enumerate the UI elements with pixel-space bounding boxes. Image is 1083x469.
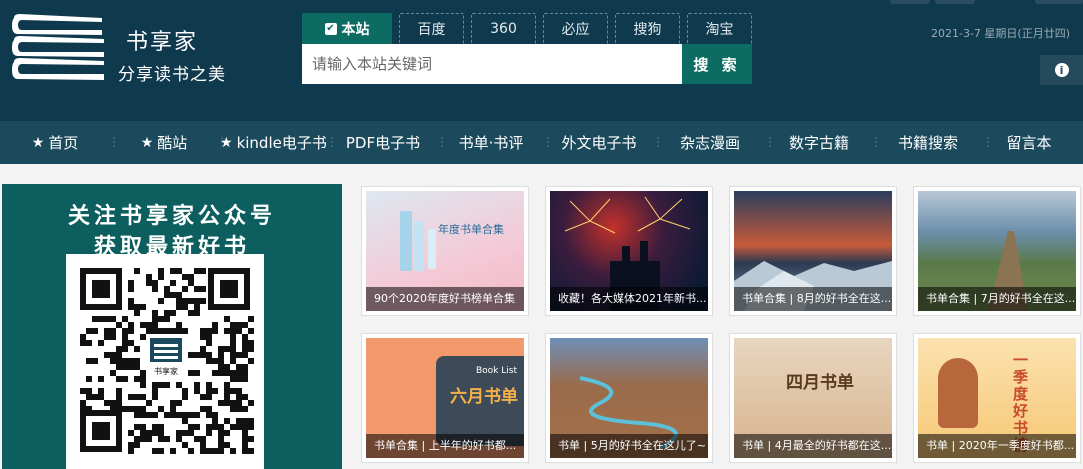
post-card[interactable]: 书单 | 5月的好书全在这儿了~ — [545, 333, 713, 463]
post-thumbnail: 一季度好书榜 书单 | 2020年一季度好书都... — [918, 338, 1076, 458]
nav-item-home[interactable]: ★ 首页 — [0, 121, 110, 164]
checkbox-icon: ✔ — [324, 22, 337, 35]
post-thumbnail: 书单合集 | 7月的好书全在这... — [918, 191, 1076, 311]
post-title[interactable]: 书单 | 5月的好书全在这儿了~ — [550, 434, 708, 458]
books-logo-icon[interactable] — [10, 12, 108, 84]
nav-item-guestbook[interactable]: 留言本 — [984, 121, 1074, 164]
post-thumbnail: 四月书单 书单 | 4月最全的好书都在这... — [734, 338, 892, 458]
nav-item-magazine[interactable]: 杂志漫画 — [654, 121, 766, 164]
date-display: 2021-3-7 星期日(正月廿四) — [931, 27, 1071, 40]
post-card[interactable]: 书单合集 | 7月的好书全在这... — [913, 186, 1081, 316]
post-card[interactable]: 书单合集 | 8月的好书全在这... — [729, 186, 897, 316]
nav-item-book-search[interactable]: 书籍搜索 — [872, 121, 984, 164]
post-thumbnail: 年度书单合集 90个2020年度好书榜单合集 — [366, 191, 524, 311]
nav-item-kindle[interactable]: ★ kindle电子书 — [218, 121, 328, 164]
nav-label: 首页 — [48, 134, 79, 152]
post-card[interactable]: 收藏！各大媒体2021年新书... — [545, 186, 713, 316]
search-tab-360[interactable]: 360 — [471, 13, 536, 44]
nav-item-foreign[interactable]: 外文电子书 — [544, 121, 654, 164]
post-card[interactable]: Book List 六月书单 书单合集 | 上半年的好书都... — [361, 333, 529, 463]
search-tab-taobao[interactable]: 淘宝 — [687, 13, 752, 44]
post-title[interactable]: 书单合集 | 8月的好书全在这... — [734, 287, 892, 311]
info-button[interactable]: i — [1040, 55, 1083, 85]
nav-item-pdf[interactable]: PDF电子书 — [328, 121, 438, 164]
main-nav: ★ 首页 ⋮ ★ 酷站 ⋮ ★ kindle电子书 ⋮ PDF电子书 ⋮ 书单·书评 … — [0, 121, 1083, 164]
search-tab-sogou[interactable]: 搜狗 — [615, 13, 680, 44]
post-title[interactable]: 书单 | 2020年一季度好书都... — [918, 434, 1076, 458]
nav-label: 酷站 — [157, 134, 188, 152]
site-title[interactable]: 书享家 — [126, 24, 198, 56]
top-decoration — [1035, 0, 1083, 4]
post-title[interactable]: 书单合集 | 上半年的好书都... — [366, 434, 524, 458]
post-thumbnail: Book List 六月书单 书单合集 | 上半年的好书都... — [366, 338, 524, 458]
wechat-follow-panel: 关注书享家公众号 获取最新好书 书享家 — [2, 184, 342, 469]
qr-code-icon: 书享家 — [66, 254, 264, 469]
post-thumbnail: 收藏！各大媒体2021年新书... — [550, 191, 708, 311]
top-decoration — [935, 0, 975, 4]
search-tab-site[interactable]: ✔ 本站 — [302, 13, 392, 44]
site-slogan: 分享读书之美 — [118, 65, 226, 85]
nav-item-cool-sites[interactable]: ★ 酷站 — [110, 121, 218, 164]
post-title[interactable]: 书单合集 | 7月的好书全在这... — [918, 287, 1076, 311]
post-card[interactable]: 一季度好书榜 书单 | 2020年一季度好书都... — [913, 333, 1081, 463]
post-title[interactable]: 收藏！各大媒体2021年新书... — [550, 287, 708, 311]
thumb-text: 六月书单 — [450, 387, 518, 407]
search-input[interactable] — [302, 44, 682, 84]
post-title[interactable]: 书单 | 4月最全的好书都在这... — [734, 434, 892, 458]
search-engine-tabs: ✔ 本站 百度 360 必应 搜狗 淘宝 — [302, 13, 759, 44]
top-decoration — [890, 0, 930, 4]
thumb-text: 年度书单合集 — [438, 223, 504, 236]
search-tab-bing[interactable]: 必应 — [543, 13, 608, 44]
info-icon: i — [1054, 63, 1069, 77]
star-icon: ★ — [140, 134, 154, 151]
search-tab-label: 本站 — [341, 21, 370, 38]
star-icon: ★ — [31, 134, 45, 151]
follow-text: 关注书享家公众号 — [67, 203, 276, 229]
post-card[interactable]: 年度书单合集 90个2020年度好书榜单合集 — [361, 186, 529, 316]
search-button[interactable]: 搜 索 — [682, 44, 752, 84]
thumb-subtext: Book List — [476, 366, 517, 376]
search-tab-baidu[interactable]: 百度 — [399, 13, 464, 44]
nav-item-booklist[interactable]: 书单·书评 — [438, 121, 544, 164]
post-thumbnail: 书单合集 | 8月的好书全在这... — [734, 191, 892, 311]
star-icon: ★ — [220, 134, 233, 151]
thumb-text: 四月书单 — [786, 373, 854, 393]
post-title[interactable]: 90个2020年度好书榜单合集 — [366, 287, 524, 311]
site-header: 书享家 分享读书之美 ✔ 本站 百度 360 必应 搜狗 淘宝 搜 索 2021… — [0, 0, 1083, 121]
post-card[interactable]: 四月书单 书单 | 4月最全的好书都在这... — [729, 333, 897, 463]
nav-label: kindle电子书 — [236, 134, 327, 152]
nav-item-ancient[interactable]: 数字古籍 — [766, 121, 872, 164]
qr-code: 书享家 — [66, 254, 264, 469]
post-thumbnail: 书单 | 5月的好书全在这儿了~ — [550, 338, 708, 458]
qr-brand: 书享家 — [154, 366, 178, 376]
